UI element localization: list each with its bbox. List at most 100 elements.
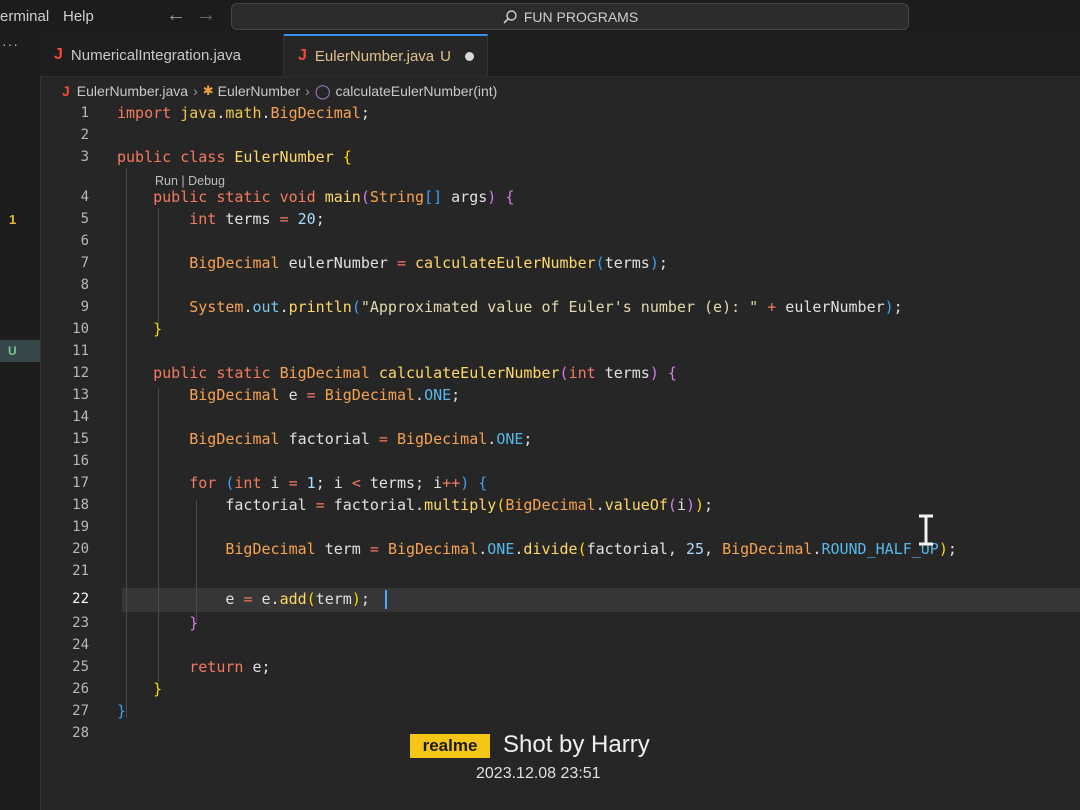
code-line[interactable]: 6 (40, 230, 1080, 252)
code-text: e = e.add(term); (225, 590, 370, 608)
tab-status: U (440, 47, 451, 65)
code-text: BigDecimal e = BigDecimal.ONE; (189, 386, 461, 404)
code-text: public static BigDecimal calculateEulerN… (153, 364, 677, 382)
code-line[interactable]: 2 (40, 124, 1080, 146)
breadcrumb-method[interactable]: calculateEulerNumber(int) (335, 83, 497, 99)
line-number: 8 (80, 277, 89, 293)
problems-badge: 1 (9, 212, 17, 227)
code-line[interactable]: 13 BigDecimal e = BigDecimal.ONE; (40, 384, 1080, 406)
line-number: 18 (72, 497, 89, 513)
code-line[interactable]: 27} (40, 700, 1080, 722)
code-line[interactable]: 9 System.out.println("Approximated value… (40, 296, 1080, 318)
line-number: 1 (80, 105, 89, 121)
tab-euler-number[interactable]: J EulerNumber.java U (284, 34, 488, 76)
code-text: } (189, 614, 199, 632)
line-number: 28 (72, 725, 89, 741)
line-number: 15 (72, 431, 89, 447)
method-cube-icon: ◯ (314, 82, 331, 99)
code-line[interactable]: 7 BigDecimal eulerNumber = calculateEule… (40, 252, 1080, 274)
line-number: 11 (72, 343, 89, 359)
tab-bar: J NumericalIntegration.java J EulerNumbe… (40, 34, 1080, 77)
code-line[interactable]: 14 (40, 406, 1080, 428)
breadcrumb: J EulerNumber.java › ✱ EulerNumber › ◯ c… (62, 80, 497, 102)
code-line[interactable]: 15 BigDecimal factorial = BigDecimal.ONE… (40, 428, 1080, 450)
code-line[interactable]: 8 (40, 274, 1080, 296)
text-cursor (385, 590, 387, 609)
search-label: FUN PROGRAMS (523, 8, 639, 25)
code-text: import java.math.BigDecimal; (117, 104, 370, 122)
unsaved-dot-icon[interactable] (464, 51, 474, 61)
title-bar: erminal Help ← → FUN PROGRAMS (0, 0, 1080, 35)
watermark-datetime: 2023.12.08 23:51 (476, 765, 601, 782)
code-line[interactable]: 26 } (40, 678, 1080, 700)
breadcrumb-file[interactable]: EulerNumber.java (77, 83, 188, 99)
code-line[interactable]: 18 factorial = factorial.multiply(BigDec… (40, 494, 1080, 516)
line-number: 2 (80, 127, 89, 143)
status-letter: U (8, 344, 17, 358)
breadcrumb-class[interactable]: EulerNumber (218, 83, 300, 99)
code-text: int terms = 20; (189, 210, 325, 228)
arrow-left-icon[interactable]: ← (166, 4, 186, 27)
tab-numerical-integration[interactable]: J NumericalIntegration.java (40, 34, 284, 76)
code-line[interactable]: 21 (40, 560, 1080, 582)
line-number: 16 (72, 453, 89, 469)
line-number: 10 (72, 321, 89, 337)
realme-logo: realme (410, 734, 490, 758)
code-line[interactable]: 10 } (40, 318, 1080, 340)
code-line[interactable]: 25 return e; (40, 656, 1080, 678)
line-number: 23 (72, 615, 89, 631)
line-number: 4 (80, 189, 89, 205)
code-line[interactable]: 16 (40, 450, 1080, 472)
tab-label: NumericalIntegration.java (70, 46, 241, 64)
code-editor[interactable]: Run | Debug 1 import java.math.BigDecimal… (40, 102, 1080, 810)
chevron-right-icon: › (305, 83, 310, 99)
command-center-search[interactable]: FUN PROGRAMS (231, 3, 909, 30)
code-text: public static void main(String[] args) { (153, 188, 515, 206)
line-number: 17 (72, 475, 89, 491)
code-text: public class EulerNumber { (117, 148, 352, 166)
code-text: BigDecimal eulerNumber = calculateEulerN… (189, 254, 668, 272)
chevron-right-icon: › (193, 83, 198, 99)
code-line[interactable]: 22 e = e.add(term); (40, 588, 1080, 610)
code-line[interactable]: 17 for (int i = 1; i < terms; i++) { (40, 472, 1080, 494)
class-icon: ✱ (202, 83, 214, 98)
arrow-right-icon[interactable]: → (196, 4, 216, 27)
code-text: } (153, 320, 163, 338)
watermark-shot-by: Shot by Harry (503, 731, 650, 758)
code-text: BigDecimal term = BigDecimal.ONE.divide(… (225, 540, 957, 558)
java-file-icon: J (62, 83, 70, 99)
code-line[interactable]: 4 public static void main(String[] args)… (40, 186, 1080, 208)
code-line[interactable]: 23 } (40, 612, 1080, 634)
line-number: 3 (80, 149, 89, 165)
menu-terminal[interactable]: erminal (0, 8, 49, 25)
line-number: 12 (72, 365, 89, 381)
code-line[interactable]: 1 import java.math.BigDecimal; (40, 102, 1080, 124)
untracked-status-badge: U (0, 340, 40, 362)
code-text: for (int i = 1; i < terms; i++) { (189, 474, 488, 492)
code-text: System.out.println("Approximated value o… (189, 298, 903, 316)
line-number: 24 (72, 637, 89, 653)
code-line[interactable]: 5 int terms = 20; (40, 208, 1080, 230)
code-text: return e; (189, 658, 271, 676)
code-line[interactable]: 3 public class EulerNumber { (40, 146, 1080, 168)
code-text: } (117, 702, 127, 720)
line-number: 9 (80, 299, 89, 315)
tab-label: EulerNumber.java (314, 47, 435, 65)
menu-help[interactable]: Help (63, 8, 94, 25)
code-line[interactable]: 24 (40, 634, 1080, 656)
line-number: 21 (72, 563, 89, 579)
code-line[interactable]: 12 public static BigDecimal calculateEul… (40, 362, 1080, 384)
line-number: 7 (80, 255, 89, 271)
line-number: 6 (80, 233, 89, 249)
more-actions-icon[interactable]: ··· (2, 36, 19, 52)
line-number: 14 (72, 409, 89, 425)
line-number: 19 (72, 519, 89, 535)
search-icon (503, 9, 517, 24)
line-number: 20 (72, 541, 89, 557)
line-number: 13 (72, 387, 89, 403)
line-number: 5 (80, 211, 89, 227)
code-line[interactable]: 11 (40, 340, 1080, 362)
line-number: 26 (72, 681, 89, 697)
java-file-icon: J (54, 46, 63, 63)
line-number: 25 (72, 659, 89, 675)
